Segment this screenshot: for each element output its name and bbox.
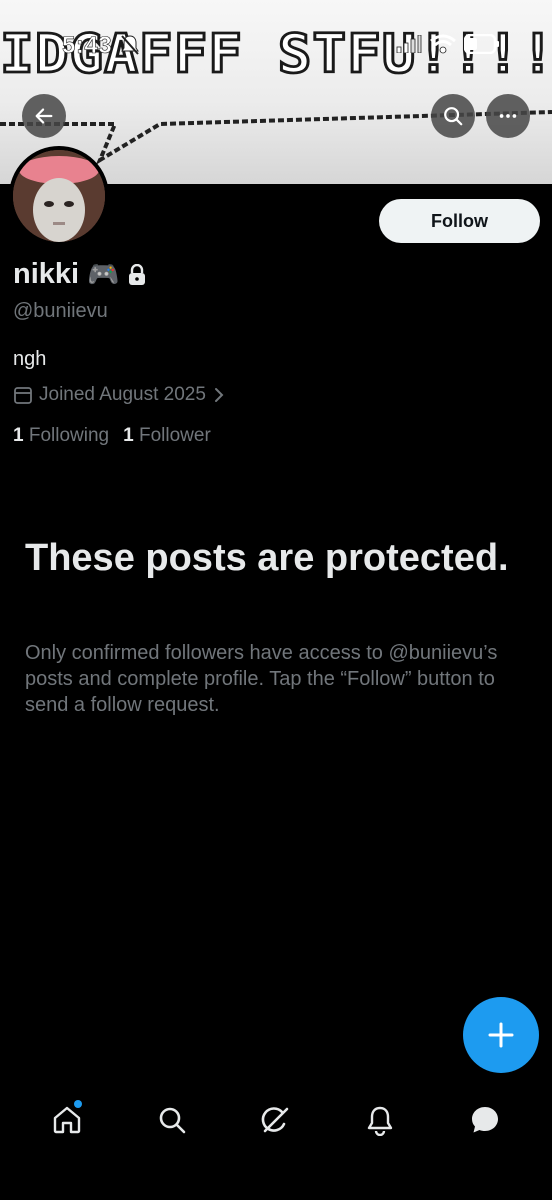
- following-link[interactable]: 1 Following: [13, 425, 109, 447]
- compose-button[interactable]: [463, 997, 539, 1073]
- following-count: 1: [13, 425, 24, 446]
- bio: ngh: [13, 348, 47, 370]
- follow-stats: 1 Following 1 Follower: [13, 425, 211, 447]
- lock-icon: [129, 263, 146, 285]
- messages-icon: [471, 1107, 498, 1133]
- handle: @buniievu: [13, 300, 108, 322]
- battery-icon: [464, 34, 499, 54]
- follow-button[interactable]: Follow: [379, 199, 540, 243]
- back-button[interactable]: [22, 94, 66, 138]
- status-time: 5:43: [62, 32, 113, 60]
- display-name: nikki: [13, 258, 80, 290]
- calendar-icon: [14, 387, 32, 404]
- more-icon: [499, 114, 517, 118]
- nav-explore[interactable]: [142, 1092, 202, 1148]
- nav-grok[interactable]: [246, 1092, 306, 1148]
- avatar[interactable]: [9, 146, 109, 246]
- protected-body: Only confirmed followers have access to …: [25, 642, 498, 716]
- search-button[interactable]: [431, 94, 475, 138]
- cellular-signal-icon: [396, 35, 422, 53]
- avatar-image: [13, 150, 105, 242]
- joined-date[interactable]: Joined August 2025: [13, 384, 226, 406]
- nav-messages[interactable]: [455, 1092, 515, 1148]
- search-icon: [444, 107, 463, 126]
- more-options-button[interactable]: [486, 94, 530, 138]
- nav-notifications[interactable]: [350, 1092, 410, 1148]
- explore-icon: [159, 1107, 185, 1134]
- followers-count: 1: [123, 425, 134, 446]
- bottom-nav: [0, 1090, 552, 1150]
- home-icon: [53, 1106, 81, 1134]
- wifi-icon: [430, 34, 456, 54]
- protected-title: These posts are protected.: [25, 537, 509, 579]
- name-emoji: 🎮: [87, 259, 120, 289]
- grok-icon: [261, 1107, 289, 1133]
- chevron-right-icon: [214, 388, 224, 402]
- plus-icon: [488, 1022, 514, 1048]
- name-row: nikki 🎮: [13, 258, 147, 291]
- following-label: Following: [28, 425, 110, 446]
- followers-label: Follower: [138, 425, 211, 446]
- followers-link[interactable]: 1 Follower: [123, 425, 211, 447]
- silent-mode-icon: [121, 35, 139, 55]
- bell-icon: [368, 1106, 393, 1136]
- arrow-left-icon: [35, 108, 53, 124]
- joined-label: Joined August 2025: [39, 384, 206, 405]
- nav-home[interactable]: [37, 1092, 97, 1148]
